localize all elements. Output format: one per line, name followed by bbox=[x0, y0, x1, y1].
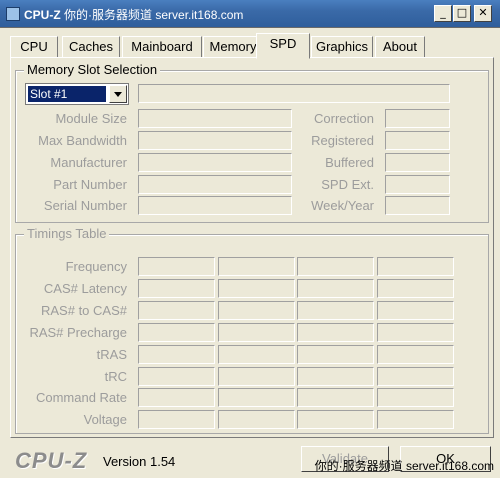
timing-cell bbox=[377, 366, 454, 386]
group-title-memory-slot: Memory Slot Selection bbox=[24, 62, 161, 77]
timing-cell bbox=[377, 322, 454, 342]
tab-about[interactable]: About bbox=[375, 36, 425, 58]
timing-cell bbox=[377, 344, 454, 364]
serial-number-field bbox=[138, 196, 292, 215]
label-week-year: Week/Year bbox=[311, 198, 374, 213]
label-spd-ext: SPD Ext. bbox=[321, 177, 374, 192]
title-bar[interactable]: CPU-Z 你的·服务器频道 server.it168.com _ □ ✕ bbox=[0, 0, 500, 28]
label-tras: tRAS bbox=[96, 347, 127, 362]
tab-label: About bbox=[383, 39, 417, 54]
timing-cell bbox=[138, 300, 215, 320]
timing-cell bbox=[218, 278, 295, 298]
timing-cell bbox=[297, 366, 374, 386]
timing-cell bbox=[377, 410, 454, 430]
label-voltage: Voltage bbox=[83, 412, 127, 427]
timing-cell bbox=[218, 366, 295, 386]
version-label: Version 1.54 bbox=[103, 454, 176, 469]
timing-cell bbox=[138, 344, 215, 364]
timing-cell bbox=[377, 388, 454, 408]
timing-cell bbox=[377, 300, 454, 320]
timing-cell bbox=[218, 322, 295, 342]
timing-cell bbox=[138, 257, 215, 276]
group-title-timings: Timings Table bbox=[24, 226, 110, 241]
timing-cell bbox=[138, 410, 215, 430]
timing-cell bbox=[218, 257, 295, 276]
timing-cell bbox=[218, 388, 295, 408]
timing-cell bbox=[138, 366, 215, 386]
window-title-prefix: CPU-Z bbox=[24, 8, 61, 22]
window-title: CPU-Z 你的·服务器频道 server.it168.com bbox=[24, 6, 243, 23]
label-command-rate: Command Rate bbox=[35, 390, 127, 405]
label-frequency: Frequency bbox=[65, 259, 127, 274]
tab-label: SPD bbox=[269, 36, 297, 51]
tab-memory[interactable]: Memory bbox=[203, 36, 263, 58]
tab-label: Mainboard bbox=[131, 39, 193, 54]
timing-cell bbox=[218, 300, 295, 320]
spd-ext-field bbox=[385, 175, 450, 194]
window-title-watermark: 你的·服务器频道 server.it168.com bbox=[64, 8, 244, 22]
timing-cell bbox=[297, 410, 374, 430]
chevron-down-icon[interactable] bbox=[109, 85, 127, 103]
correction-field bbox=[385, 109, 450, 128]
slot-select-value: Slot #1 bbox=[28, 86, 106, 102]
maximize-icon: □ bbox=[456, 6, 468, 19]
timing-cell bbox=[297, 388, 374, 408]
max-bandwidth-field bbox=[138, 131, 292, 150]
module-size-field bbox=[138, 109, 292, 128]
timing-cell bbox=[297, 300, 374, 320]
label-manufacturer: Manufacturer bbox=[50, 155, 127, 170]
part-number-field bbox=[138, 175, 292, 194]
cpuz-logo: CPU-Z bbox=[15, 448, 88, 473]
timing-cell bbox=[377, 278, 454, 298]
timing-cell bbox=[297, 322, 374, 342]
tab-label: Memory bbox=[209, 39, 257, 54]
label-correction: Correction bbox=[314, 111, 374, 126]
timing-cell bbox=[218, 344, 295, 364]
app-icon bbox=[6, 7, 20, 21]
timing-cell bbox=[377, 257, 454, 276]
label-buffered: Buffered bbox=[325, 155, 374, 170]
slot-select[interactable]: Slot #1 bbox=[25, 83, 129, 105]
tab-label: Caches bbox=[68, 39, 114, 54]
timing-cell bbox=[297, 344, 374, 364]
tab-graphics[interactable]: Graphics bbox=[311, 36, 373, 58]
label-serial-number: Serial Number bbox=[43, 198, 127, 213]
label-trc: tRC bbox=[104, 369, 127, 384]
label-ras-to-cas: RAS# to CAS# bbox=[41, 303, 127, 318]
tab-label: CPU bbox=[20, 39, 48, 54]
label-module-size: Module Size bbox=[55, 111, 127, 126]
week-year-field bbox=[385, 196, 450, 215]
close-icon: ✕ bbox=[478, 6, 488, 19]
close-button[interactable]: ✕ bbox=[474, 5, 492, 22]
slot-type-field bbox=[138, 84, 450, 103]
timing-cell bbox=[138, 388, 215, 408]
timing-cell bbox=[297, 278, 374, 298]
registered-field bbox=[385, 131, 450, 150]
tab-mainboard[interactable]: Mainboard bbox=[122, 36, 202, 58]
manufacturer-field bbox=[138, 153, 292, 172]
tab-caches[interactable]: Caches bbox=[62, 36, 120, 58]
tab-label: Graphics bbox=[315, 39, 369, 54]
label-ras-precharge: RAS# Precharge bbox=[29, 325, 127, 340]
minimize-button[interactable]: _ bbox=[434, 5, 452, 22]
timing-cell bbox=[297, 257, 374, 276]
watermark-text: 你的·服务器频道 server.it168.com bbox=[314, 459, 494, 473]
buffered-field bbox=[385, 153, 450, 172]
timing-cell bbox=[138, 278, 215, 298]
label-part-number: Part Number bbox=[53, 177, 127, 192]
label-registered: Registered bbox=[311, 133, 374, 148]
minimize-icon: _ bbox=[440, 6, 446, 19]
label-cas-latency: CAS# Latency bbox=[43, 281, 127, 296]
label-max-bandwidth: Max Bandwidth bbox=[38, 133, 127, 148]
tab-cpu[interactable]: CPU bbox=[10, 36, 58, 58]
timing-cell bbox=[218, 410, 295, 430]
timing-cell bbox=[138, 322, 215, 342]
tab-spd[interactable]: SPD bbox=[256, 33, 310, 59]
maximize-button[interactable]: □ bbox=[453, 5, 471, 22]
tab-strip: CPU Caches Mainboard Memory SPD Graphics… bbox=[10, 33, 490, 59]
